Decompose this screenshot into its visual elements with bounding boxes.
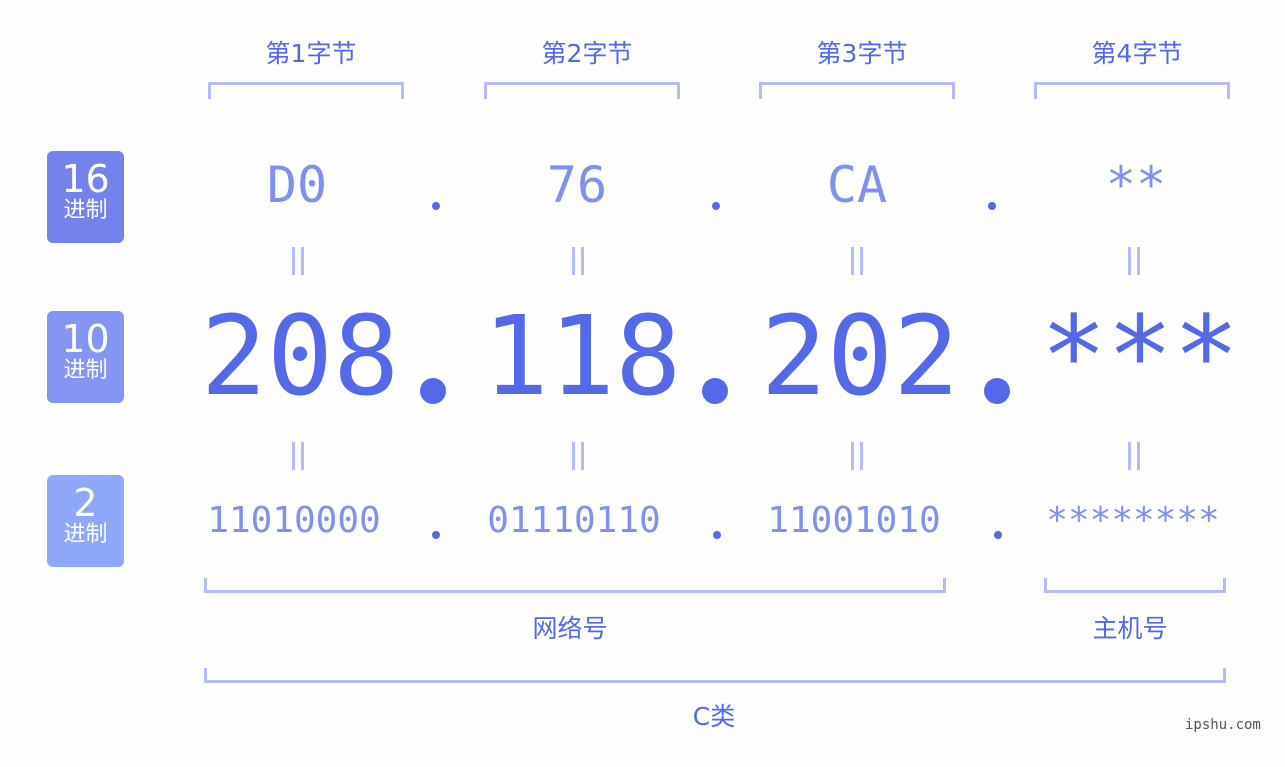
badge-dec: 10 进制 (47, 311, 124, 403)
dec-value-3: 202 (760, 292, 960, 420)
bin-value-4: ******** (1046, 500, 1220, 541)
badge-dec-num: 10 (61, 317, 110, 361)
class-label: C类 (692, 702, 736, 731)
byte-label-1: 第1字节 (265, 39, 357, 68)
equals-icon (572, 442, 584, 470)
host-label: 主机号 (1092, 614, 1168, 643)
bin-dot-2 (713, 531, 721, 539)
network-bracket (204, 578, 946, 593)
class-bracket (204, 668, 1226, 683)
equals-icon (851, 247, 863, 275)
badge-dec-unit: 进制 (63, 358, 108, 383)
byte-bracket-2 (484, 82, 680, 99)
hex-value-4: ** (1105, 156, 1167, 214)
badge-bin-num: 2 (73, 481, 98, 525)
dec-dot-2 (702, 378, 728, 404)
bin-dot-3 (994, 531, 1002, 539)
bin-value-1: 11010000 (207, 500, 381, 541)
badge-hex: 16 进制 (47, 151, 124, 243)
byte-bracket-1 (208, 82, 404, 99)
badge-bin-unit: 进制 (63, 522, 108, 547)
byte-label-3: 第3字节 (816, 39, 908, 68)
watermark: ipshu.com (1185, 717, 1261, 733)
byte-bracket-4 (1034, 82, 1230, 99)
hex-dot-2 (712, 202, 720, 210)
dec-value-4: *** (1040, 292, 1240, 420)
byte-label-4: 第4字节 (1091, 39, 1183, 68)
bin-dot-1 (432, 531, 440, 539)
badge-hex-unit: 进制 (63, 198, 108, 223)
bin-value-3: 11001010 (767, 500, 941, 541)
hex-value-1: D0 (266, 156, 328, 214)
network-label: 网络号 (532, 614, 608, 643)
equals-icon (292, 247, 304, 275)
equals-icon (1128, 247, 1140, 275)
equals-icon (1128, 442, 1140, 470)
dec-value-2: 118 (482, 292, 682, 420)
byte-label-2: 第2字节 (541, 39, 633, 68)
badge-bin: 2 进制 (47, 475, 124, 567)
hex-value-2: 76 (546, 156, 608, 214)
dec-dot-1 (420, 378, 446, 404)
hex-dot-1 (432, 202, 440, 210)
equals-icon (851, 442, 863, 470)
badge-hex-num: 16 (61, 157, 110, 201)
hex-value-3: CA (826, 156, 888, 214)
dec-value-1: 208 (200, 292, 400, 420)
dec-dot-3 (984, 378, 1010, 404)
hex-dot-3 (988, 202, 996, 210)
host-bracket (1044, 578, 1226, 593)
equals-icon (572, 247, 584, 275)
bin-value-2: 01110110 (487, 500, 661, 541)
equals-icon (292, 442, 304, 470)
byte-bracket-3 (759, 82, 955, 99)
